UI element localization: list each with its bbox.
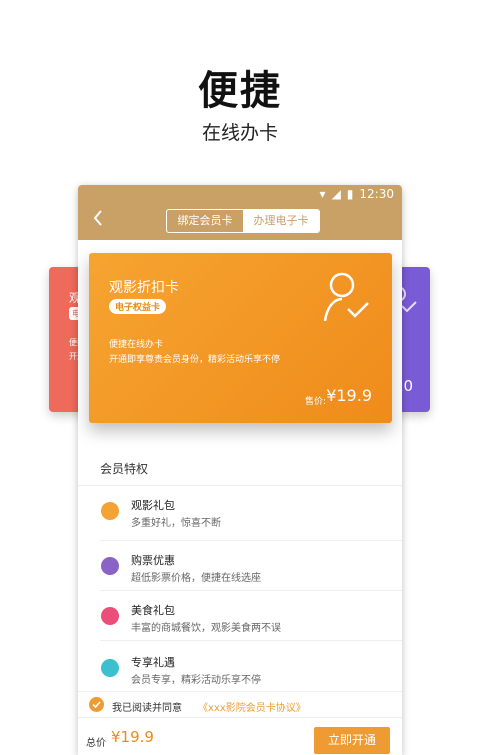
privilege-item-present: 专享礼遇 会员专享，精彩活动乐享不停 xyxy=(78,643,402,697)
hero-title: 便捷 xyxy=(198,68,282,114)
privilege-name: 专享礼遇 xyxy=(131,656,175,669)
gift-icon xyxy=(101,502,119,520)
open-now-button[interactable]: 立即开通 xyxy=(314,727,390,754)
bottom-bar: 总价 ¥19.9 立即开通 xyxy=(78,717,402,755)
card-title: 观影折扣卡 xyxy=(109,280,179,296)
wifi-icon: ▾ xyxy=(319,187,326,201)
battery-icon: ▮ xyxy=(346,187,354,201)
total-price: ¥19.9 xyxy=(111,728,154,746)
privilege-name: 美食礼包 xyxy=(131,604,175,617)
tab-switcher: 绑定会员卡 办理电子卡 xyxy=(166,209,320,233)
privilege-name: 观影礼包 xyxy=(131,499,175,512)
signal-icon: ◢ xyxy=(331,187,341,201)
membership-card[interactable]: 观影折扣卡 电子权益卡 便捷在线办卡 开通即享尊贵会员身份，精彩活动乐享不停 售… xyxy=(89,253,392,423)
divider xyxy=(100,640,402,641)
privilege-name: 购票优惠 xyxy=(131,554,175,567)
privilege-desc: 会员专享，精彩活动乐享不停 xyxy=(131,675,261,686)
status-bar: ▾ ◢ ▮ 12:30 xyxy=(320,187,394,201)
privilege-item-gift: 观影礼包 多重好礼，惊喜不断 xyxy=(78,486,402,540)
card-desc-1: 便捷在线办卡 xyxy=(109,340,164,350)
agreement-checkbox[interactable] xyxy=(89,697,104,712)
privilege-item-ticket: 购票优惠 超低影票价格，便捷在线选座 xyxy=(78,541,402,595)
tab-bind-card[interactable]: 绑定会员卡 xyxy=(167,210,243,232)
ticket-icon xyxy=(101,557,119,575)
user-check-icon xyxy=(323,272,369,322)
app-header: ▾ ◢ ▮ 12:30 绑定会员卡 办理电子卡 xyxy=(78,185,402,240)
total-label: 总价 xyxy=(86,738,106,749)
card-price: ¥19.9 xyxy=(326,386,372,405)
agreement-row: 我已阅读并同意 《xxx影院会员卡协议》 xyxy=(78,691,402,718)
card-desc-2: 开通即享尊贵会员身份，精彩活动乐享不停 xyxy=(109,355,281,365)
agreement-link[interactable]: 《xxx影院会员卡协议》 xyxy=(198,699,306,714)
card-badge: 电子权益卡 xyxy=(109,299,167,314)
tab-apply-card[interactable]: 办理电子卡 xyxy=(243,210,319,232)
privilege-desc: 丰富的商城餐饮，观影美食两不误 xyxy=(131,623,281,634)
privilege-desc: 超低影票价格，便捷在线选座 xyxy=(131,573,261,584)
check-icon xyxy=(92,701,101,709)
section-title: 会员特权 xyxy=(100,462,149,476)
food-icon xyxy=(101,607,119,625)
agreement-text: 我已阅读并同意 xyxy=(112,703,182,714)
hero-subtitle: 在线办卡 xyxy=(201,122,278,144)
card-price-label: 售价: xyxy=(304,397,326,407)
privilege-item-food: 美食礼包 丰富的商城餐饮，观影美食两不误 xyxy=(78,591,402,645)
status-time: 12:30 xyxy=(359,187,394,201)
privilege-desc: 多重好礼，惊喜不断 xyxy=(131,518,221,529)
back-icon[interactable] xyxy=(92,209,104,227)
present-icon xyxy=(101,659,119,677)
